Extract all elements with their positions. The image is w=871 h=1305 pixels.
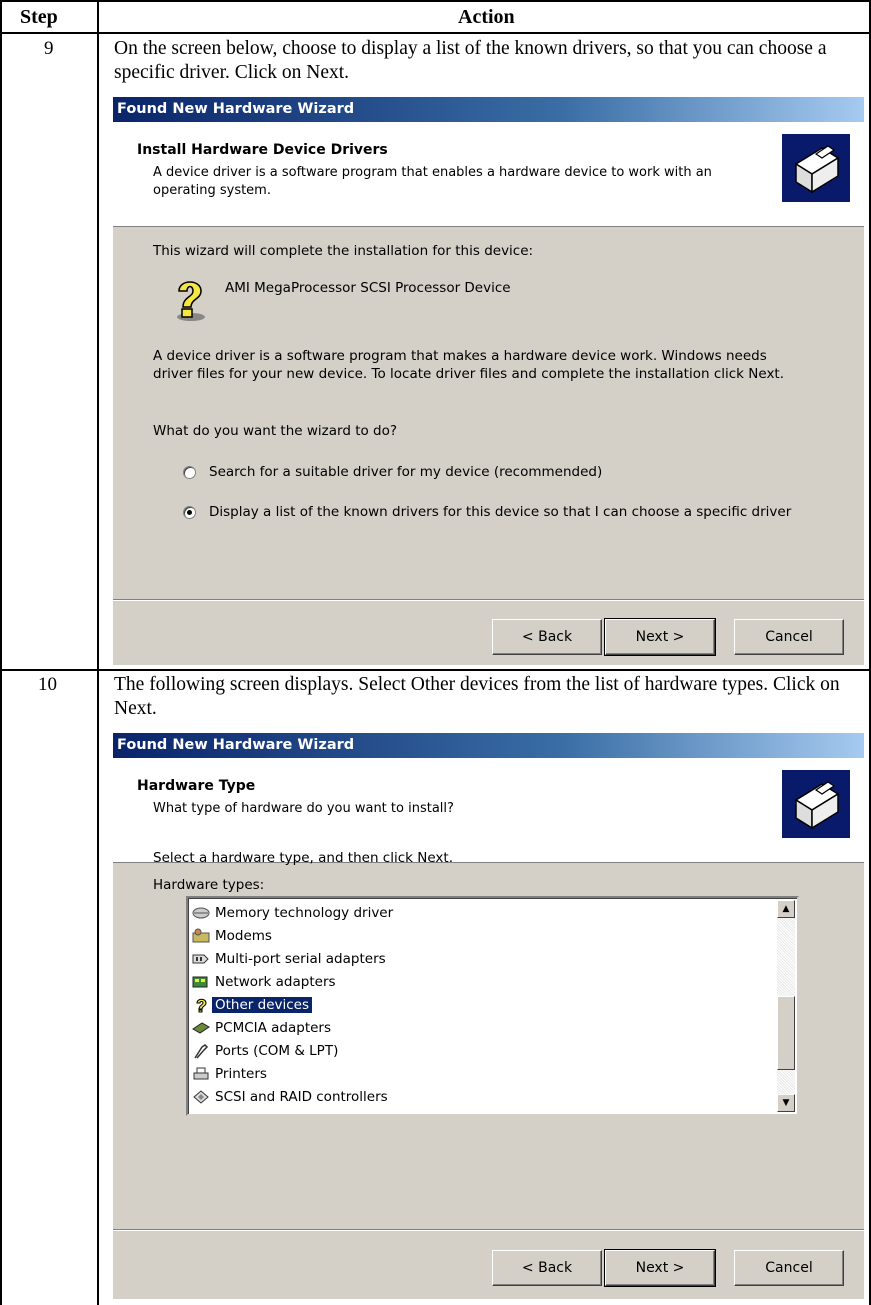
wizard-title-bar: Found New Hardware Wizard bbox=[113, 97, 864, 122]
modem-icon bbox=[192, 928, 210, 944]
list-item-label: Memory technology driver bbox=[215, 905, 394, 921]
port-connector-icon bbox=[192, 1043, 210, 1059]
header-action: Action bbox=[458, 6, 515, 28]
memory-driver-icon bbox=[192, 905, 210, 921]
wizard-header: Install Hardware Device Drivers A device… bbox=[113, 122, 864, 227]
hardware-types-list[interactable]: Memory technology driver Modems Multi-port… bbox=[186, 896, 799, 1116]
list-item[interactable]: PCMCIA adapters bbox=[192, 1017, 334, 1039]
list-item[interactable]: SCSI and RAID controllers bbox=[192, 1086, 391, 1108]
back-button[interactable]: < Back bbox=[492, 619, 602, 655]
wizard-intro: Select a hardware type, and then click N… bbox=[153, 850, 454, 866]
radio-search-driver[interactable] bbox=[183, 466, 196, 479]
list-label: Hardware types: bbox=[153, 877, 265, 893]
table-column-divider bbox=[97, 0, 99, 1305]
wizard-paragraph: A device driver is a software program th… bbox=[153, 348, 785, 382]
wizard-separator bbox=[113, 599, 864, 601]
wizard-heading: Hardware Type bbox=[137, 778, 256, 794]
list-item-label: Multi-port serial adapters bbox=[215, 951, 386, 967]
wizard-question: What do you want the wizard to do? bbox=[153, 423, 398, 439]
list-item[interactable]: Printers bbox=[192, 1063, 270, 1085]
table-border-left bbox=[0, 0, 2, 1305]
next-button[interactable]: Next > bbox=[604, 618, 716, 656]
next-button[interactable]: Next > bbox=[604, 1249, 716, 1287]
option-display-label[interactable]: Display a list of the known drivers for … bbox=[209, 503, 799, 521]
wizard-dialog: Found New Hardware Wizard Hardware Type … bbox=[113, 733, 864, 1299]
option-search-label[interactable]: Search for a suitable driver for my devi… bbox=[209, 463, 602, 481]
list-item-label: SCSI and RAID controllers bbox=[215, 1089, 388, 1105]
table-border-top bbox=[0, 0, 871, 2]
serial-adapter-icon bbox=[192, 951, 210, 967]
scroll-down-button[interactable]: ▼ bbox=[777, 1094, 795, 1112]
cancel-button[interactable]: Cancel bbox=[734, 619, 844, 655]
list-scrollbar[interactable]: ▲ ▼ bbox=[777, 900, 795, 1112]
step-instruction: On the screen below, choose to display a… bbox=[114, 38, 827, 83]
list-item-label: Printers bbox=[215, 1066, 267, 1082]
step-number: 9 bbox=[44, 38, 54, 59]
table-header-divider bbox=[0, 32, 871, 34]
back-button[interactable]: < Back bbox=[492, 1250, 602, 1286]
list-item[interactable]: Network adapters bbox=[192, 971, 339, 993]
wizard-heading: Install Hardware Device Drivers bbox=[137, 142, 388, 158]
list-item-label: Modems bbox=[215, 928, 272, 944]
header-step: Step bbox=[20, 6, 58, 28]
printer-icon bbox=[192, 1066, 210, 1082]
network-adapter-icon bbox=[192, 974, 210, 990]
hardware-wizard-icon bbox=[782, 134, 850, 202]
wizard-subheading: What type of hardware do you want to ins… bbox=[153, 801, 454, 816]
scroll-thumb[interactable] bbox=[777, 996, 795, 1070]
wizard-dialog: Found New Hardware Wizard Install Hardwa… bbox=[113, 97, 864, 665]
radio-display-list[interactable] bbox=[183, 506, 196, 519]
table-row-divider bbox=[0, 669, 871, 671]
list-item[interactable]: Modems bbox=[192, 925, 275, 947]
step-instruction: The following screen displays. Select Ot… bbox=[114, 674, 840, 719]
scroll-up-button[interactable]: ▲ bbox=[777, 900, 795, 918]
hardware-wizard-icon bbox=[782, 770, 850, 838]
wizard-title-bar: Found New Hardware Wizard bbox=[113, 733, 864, 758]
list-item[interactable]: Memory technology driver bbox=[192, 902, 396, 924]
list-item-label: Other devices bbox=[212, 997, 312, 1013]
wizard-separator bbox=[113, 1229, 864, 1231]
question-mark-icon bbox=[169, 275, 209, 323]
list-item[interactable]: Multi-port serial adapters bbox=[192, 948, 389, 970]
device-name: AMI MegaProcessor SCSI Processor Device bbox=[225, 280, 511, 296]
list-item-label: Network adapters bbox=[215, 974, 336, 990]
list-item[interactable]: Ports (COM & LPT) bbox=[192, 1040, 341, 1062]
wizard-subheading: A device driver is a software program th… bbox=[153, 165, 712, 198]
question-mark-icon bbox=[192, 997, 210, 1013]
list-item-label: Ports (COM & LPT) bbox=[215, 1043, 339, 1059]
step-number: 10 bbox=[38, 674, 57, 695]
pcmcia-icon bbox=[192, 1020, 210, 1036]
scsi-controller-icon bbox=[192, 1089, 210, 1105]
list-item[interactable]: Other devices bbox=[192, 994, 312, 1016]
cancel-button[interactable]: Cancel bbox=[734, 1250, 844, 1286]
wizard-intro: This wizard will complete the installati… bbox=[153, 243, 534, 259]
list-item-label: PCMCIA adapters bbox=[215, 1020, 332, 1036]
wizard-header: Hardware Type What type of hardware do y… bbox=[113, 758, 864, 863]
